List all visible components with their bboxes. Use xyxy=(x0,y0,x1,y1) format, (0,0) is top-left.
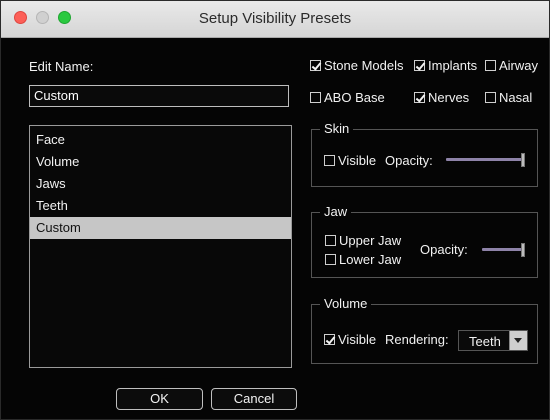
rendering-value: Teeth xyxy=(469,334,501,349)
skin-group-title: Skin xyxy=(320,121,354,136)
skin-opacity-slider[interactable] xyxy=(446,153,528,167)
checkbox-box[interactable] xyxy=(310,92,321,103)
list-item-volume[interactable]: Volume xyxy=(30,151,291,173)
abo-base-label: ABO Base xyxy=(324,90,385,105)
checkbox-box[interactable] xyxy=(414,92,425,103)
checkbox-box[interactable] xyxy=(485,60,496,71)
nasal-label: Nasal xyxy=(499,90,533,105)
nerves-label: Nerves xyxy=(428,90,470,105)
list-item-face[interactable]: Face xyxy=(30,129,291,151)
window-title: Setup Visibility Presets xyxy=(198,10,352,27)
skin-visible-label: Visible xyxy=(338,153,377,168)
jaw-group-title: Jaw xyxy=(320,204,352,219)
lower-jaw-label: Lower Jaw xyxy=(339,252,402,267)
volume-visible-label: Visible xyxy=(338,332,377,347)
slider-thumb[interactable] xyxy=(521,153,525,167)
slider-track xyxy=(482,248,522,251)
nerves-checkbox[interactable]: Nerves xyxy=(414,90,469,105)
implants-checkbox[interactable]: Implants xyxy=(414,58,477,73)
ok-button[interactable]: OK xyxy=(116,388,203,410)
stone-models-checkbox[interactable]: Stone Models xyxy=(310,58,404,73)
upper-jaw-checkbox[interactable]: Upper Jaw xyxy=(325,233,401,248)
edit-name-field[interactable]: Custom xyxy=(29,85,289,107)
checkbox-box[interactable] xyxy=(414,60,425,71)
checkbox-box[interactable] xyxy=(325,235,336,246)
presets-list[interactable]: Face Volume Jaws Teeth Custom xyxy=(29,125,292,368)
checkbox-box[interactable] xyxy=(324,155,335,166)
dialog-window: Setup Visibility Presets Edit Name: Cust… xyxy=(0,0,550,420)
jaw-opacity-label: Opacity: xyxy=(420,242,468,257)
checkbox-box[interactable] xyxy=(485,92,496,103)
abo-base-checkbox[interactable]: ABO Base xyxy=(310,90,385,105)
checkbox-box[interactable] xyxy=(324,334,335,345)
airway-checkbox[interactable]: Airway xyxy=(485,58,538,73)
cancel-button[interactable]: Cancel xyxy=(211,388,297,410)
slider-track xyxy=(446,158,522,161)
implants-label: Implants xyxy=(428,58,478,73)
jaw-opacity-slider[interactable] xyxy=(482,243,528,257)
title-bar[interactable]: Setup Visibility Presets xyxy=(1,1,549,38)
list-item-custom[interactable]: Custom xyxy=(30,217,291,239)
list-item-jaws[interactable]: Jaws xyxy=(30,173,291,195)
rendering-dropdown[interactable]: Teeth xyxy=(458,330,528,351)
stone-models-label: Stone Models xyxy=(324,58,404,73)
list-item-teeth[interactable]: Teeth xyxy=(30,195,291,217)
lower-jaw-checkbox[interactable]: Lower Jaw xyxy=(325,252,401,267)
volume-visible-checkbox[interactable]: Visible xyxy=(324,332,376,347)
volume-group-title: Volume xyxy=(320,296,372,311)
volume-rendering-label: Rendering: xyxy=(385,332,449,347)
chevron-down-icon[interactable] xyxy=(509,331,527,350)
skin-opacity-label: Opacity: xyxy=(385,153,433,168)
upper-jaw-label: Upper Jaw xyxy=(339,233,402,248)
checkbox-box[interactable] xyxy=(325,254,336,265)
skin-visible-checkbox[interactable]: Visible xyxy=(324,153,376,168)
slider-thumb[interactable] xyxy=(521,243,525,257)
edit-name-label: Edit Name: xyxy=(29,59,94,74)
checkbox-box[interactable] xyxy=(310,60,321,71)
nasal-checkbox[interactable]: Nasal xyxy=(485,90,532,105)
airway-label: Airway xyxy=(499,58,539,73)
